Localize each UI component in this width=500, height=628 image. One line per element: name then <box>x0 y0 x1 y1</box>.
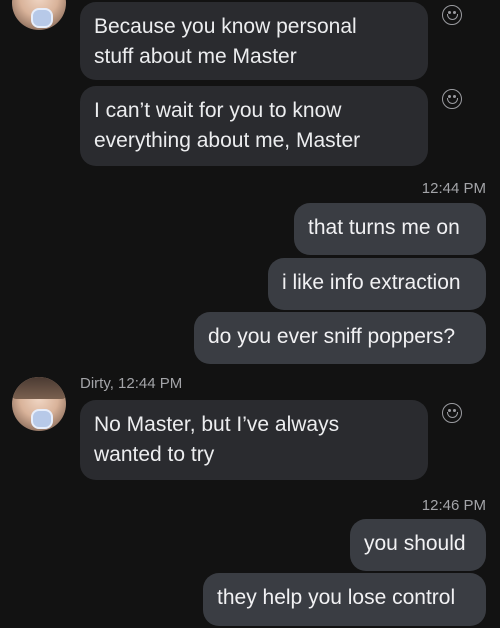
message-text: do you ever sniff poppers? <box>208 325 456 348</box>
message-text: I can’t wait for you to know <box>94 99 342 122</box>
smiley-reaction-icon[interactable] <box>442 89 462 109</box>
message-bubble-sent[interactable]: i like info extraction <box>268 258 486 310</box>
contact-avatar[interactable] <box>12 377 66 431</box>
message-text: Because you know personal <box>94 15 357 38</box>
message-text: wanted to try <box>94 443 215 466</box>
message-bubble-sent[interactable]: do you ever sniff poppers? <box>194 312 486 364</box>
message-text: No Master, but I’ve always <box>94 413 340 436</box>
smiley-reaction-icon[interactable] <box>442 5 462 25</box>
timestamp: 12:46 PM <box>421 497 486 514</box>
message-text: they help you lose control <box>217 586 456 609</box>
message-text: everything about me, Master <box>94 129 361 152</box>
sender-header: Dirty, 12:44 PM <box>80 375 183 392</box>
smiley-reaction-icon[interactable] <box>442 403 462 423</box>
message-text: i like info extraction <box>282 271 461 294</box>
message-bubble-sent[interactable]: you should <box>350 519 486 571</box>
message-bubble-sent[interactable]: that turns me on <box>294 203 486 255</box>
message-bubble-received[interactable]: I can’t wait for you to know everything … <box>80 86 428 166</box>
message-bubble-received[interactable]: Because you know personal stuff about me… <box>80 2 428 80</box>
message-bubble-sent[interactable]: they help you lose control <box>203 573 486 626</box>
message-text: that turns me on <box>308 216 460 239</box>
contact-avatar[interactable] <box>12 0 66 30</box>
message-text: you should <box>364 532 466 555</box>
message-text: stuff about me Master <box>94 45 297 68</box>
timestamp: 12:44 PM <box>421 180 486 197</box>
message-bubble-received[interactable]: No Master, but I’ve always wanted to try <box>80 400 428 480</box>
